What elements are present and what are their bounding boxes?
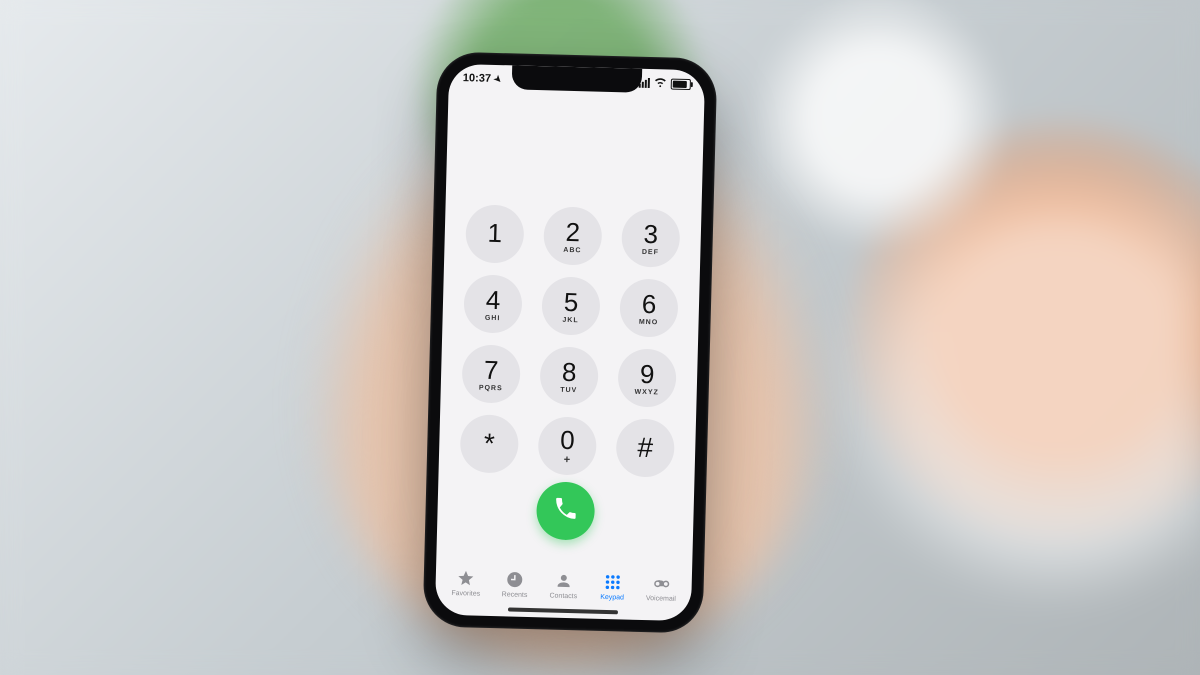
tab-recents[interactable]: Recents xyxy=(492,570,537,599)
tab-voicemail[interactable]: Voicemail xyxy=(639,574,684,603)
key-5-digit: 5 xyxy=(564,288,579,314)
photo-background: 10:37 ➤ 1 2 ABC 3 DEF 4 GHI 5 JKL 6 MNO xyxy=(0,0,1200,675)
key-8-digit: 8 xyxy=(562,358,577,384)
key-9-sub: WXYZ xyxy=(635,388,659,396)
voicemail-icon xyxy=(650,574,672,593)
contacts-icon xyxy=(553,572,575,591)
key-7-sub: PQRS xyxy=(479,384,503,392)
key-4-digit: 4 xyxy=(486,286,501,312)
home-indicator[interactable] xyxy=(508,607,618,614)
location-icon: ➤ xyxy=(491,72,504,85)
key-3-sub: DEF xyxy=(642,248,659,255)
key-7-digit: 7 xyxy=(484,356,499,382)
key-8-sub: TUV xyxy=(560,386,577,393)
wifi-icon xyxy=(654,75,667,91)
tab-contacts[interactable]: Contacts xyxy=(541,571,586,600)
phone-handset-icon xyxy=(552,495,579,527)
key-5[interactable]: 5 JKL xyxy=(541,276,600,335)
tab-voicemail-label: Voicemail xyxy=(646,595,676,603)
key-0[interactable]: 0+ xyxy=(538,416,597,475)
key-2-digit: 2 xyxy=(565,218,580,244)
key-9-digit: 9 xyxy=(640,360,655,386)
dialer-keypad: 1 2 ABC 3 DEF 4 GHI 5 JKL 6 MNO 7 PQRS 8 TUV 9 W… xyxy=(439,204,702,479)
iphone-device-frame: 10:37 ➤ 1 2 ABC 3 DEF 4 GHI 5 JKL 6 MNO xyxy=(423,51,718,633)
key-6-sub: MNO xyxy=(639,318,659,326)
key-9[interactable]: 9 WXYZ xyxy=(617,348,676,407)
phone-screen: 10:37 ➤ 1 2 ABC 3 DEF 4 GHI 5 JKL 6 MNO xyxy=(435,64,705,622)
tab-keypad-label: Keypad xyxy=(600,594,624,602)
key-3[interactable]: 3 DEF xyxy=(621,208,680,267)
key-0-digit: 0 xyxy=(560,426,575,452)
key-hash[interactable]: # xyxy=(616,418,675,477)
call-button[interactable] xyxy=(536,481,595,540)
key-0-sub: + xyxy=(564,454,571,465)
tabbar: Favorites Recents Contacts Keypad Voicem… xyxy=(435,569,692,604)
tab-recents-label: Recents xyxy=(502,591,528,599)
key-hash-symbol: # xyxy=(637,434,653,462)
tab-keypad[interactable]: Keypad xyxy=(590,573,635,602)
keypad-icon xyxy=(601,573,623,592)
key-star-symbol: * xyxy=(483,430,495,458)
key-2[interactable]: 2 ABC xyxy=(543,206,602,265)
battery-icon xyxy=(671,78,691,90)
key-1-digit: 1 xyxy=(487,220,502,246)
tab-favorites[interactable]: Favorites xyxy=(444,569,489,598)
key-3-digit: 3 xyxy=(643,220,658,246)
key-6[interactable]: 6 MNO xyxy=(619,278,678,337)
tab-favorites-label: Favorites xyxy=(451,590,480,598)
key-1[interactable]: 1 xyxy=(465,204,524,263)
key-6-digit: 6 xyxy=(641,290,656,316)
key-7[interactable]: 7 PQRS xyxy=(461,344,520,403)
key-4-sub: GHI xyxy=(485,314,501,321)
key-5-sub: JKL xyxy=(562,316,578,323)
tab-contacts-label: Contacts xyxy=(549,593,577,601)
status-time: 10:37 xyxy=(463,72,491,85)
star-icon xyxy=(455,569,477,588)
key-star[interactable]: * xyxy=(460,414,519,473)
key-2-sub: ABC xyxy=(563,246,581,253)
clock-icon xyxy=(504,570,526,589)
key-8[interactable]: 8 TUV xyxy=(539,346,598,405)
display-notch xyxy=(512,65,643,92)
key-4[interactable]: 4 GHI xyxy=(463,274,522,333)
